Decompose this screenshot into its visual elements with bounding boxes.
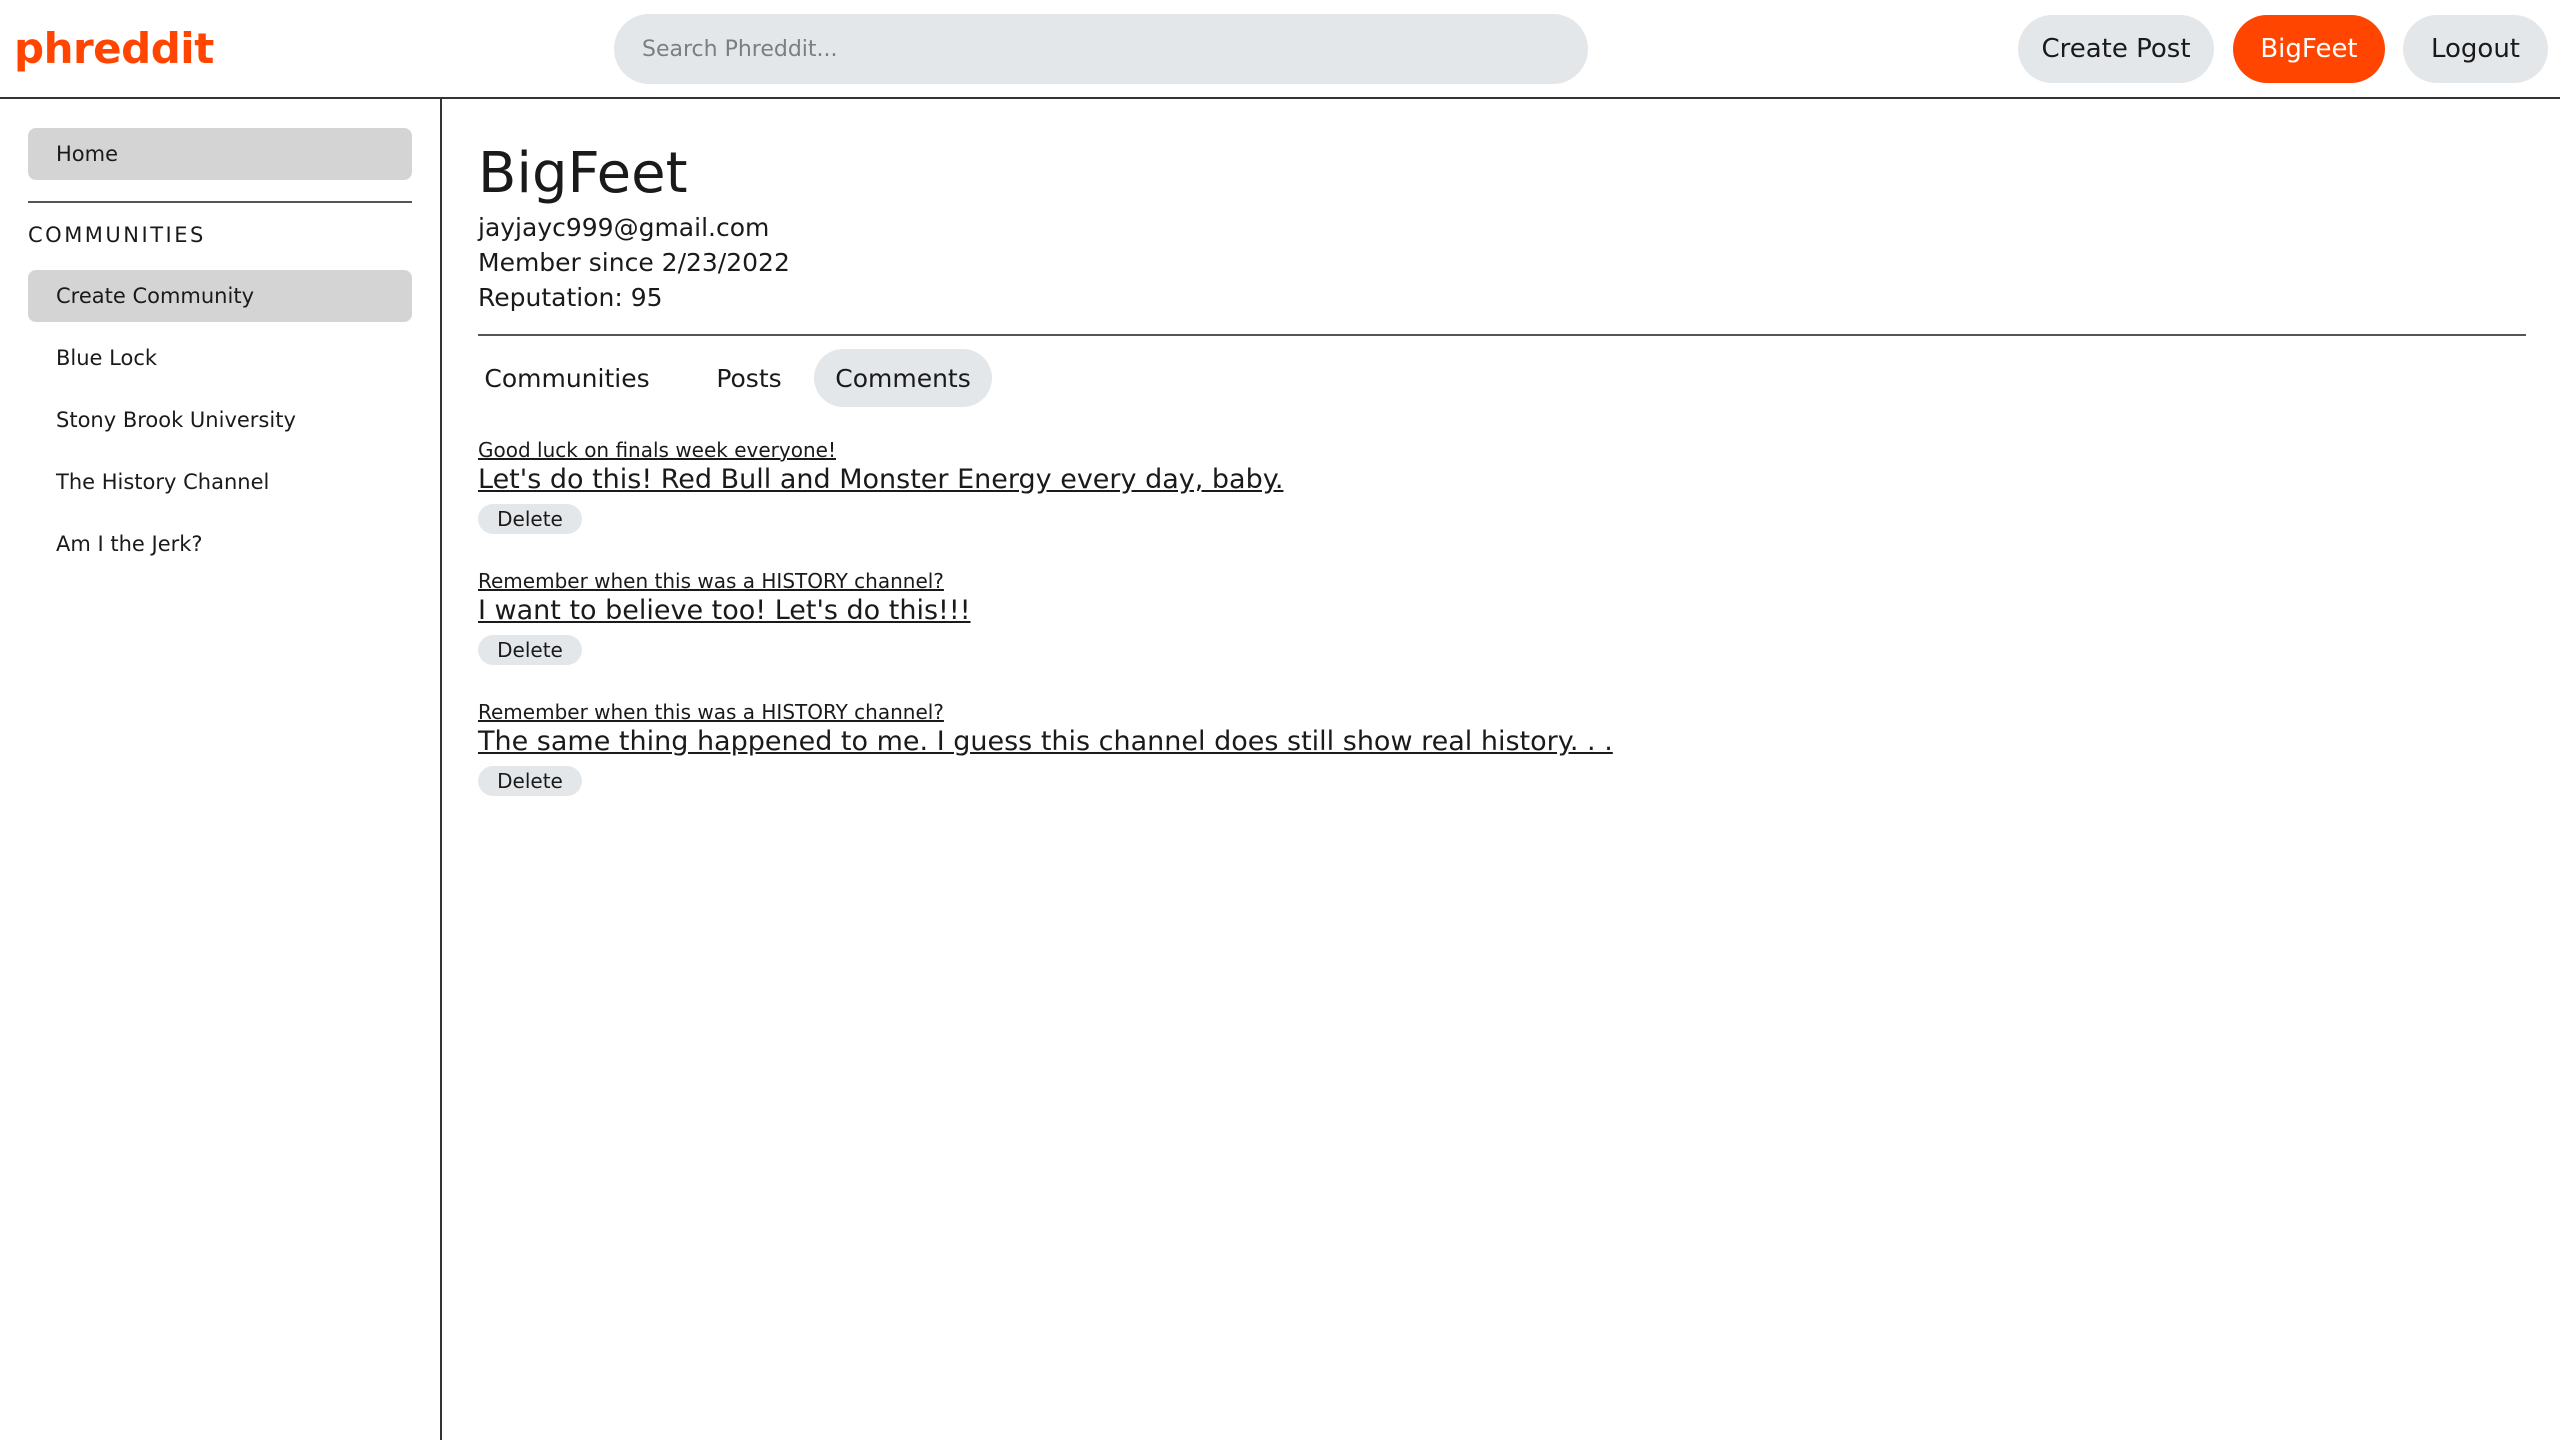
comment-item: Remember when this was a HISTORY channel… xyxy=(478,699,2278,796)
profile-page: BigFeet jayjayc999@gmail.com Member sinc… xyxy=(444,99,2560,1440)
phreddit-logo[interactable]: phreddit xyxy=(14,18,214,80)
comment-text-link[interactable]: Let's do this! Red Bull and Monster Ener… xyxy=(478,463,2278,497)
profile-divider xyxy=(478,334,2526,336)
tab-communities[interactable]: Communities xyxy=(478,349,656,407)
profile-reputation: Reputation: 95 xyxy=(478,283,663,312)
user-profile-button[interactable]: BigFeet xyxy=(2233,15,2385,83)
profile-email: jayjayc999@gmail.com xyxy=(478,213,770,242)
tab-posts[interactable]: Posts xyxy=(702,349,796,407)
comment-text-link[interactable]: The same thing happened to me. I guess t… xyxy=(478,725,2278,759)
sidebar: Home COMMUNITIES Create Community Blue L… xyxy=(0,99,442,1440)
delete-comment-button[interactable]: Delete xyxy=(478,766,582,796)
comment-text-link[interactable]: I want to believe too! Let's do this!!! xyxy=(478,594,2278,628)
sidebar-divider xyxy=(28,201,412,203)
comment-post-title-link[interactable]: Remember when this was a HISTORY channel… xyxy=(478,699,2278,725)
top-header: phreddit Create Post BigFeet Logout xyxy=(0,0,2560,99)
tab-comments[interactable]: Comments xyxy=(814,349,992,407)
comment-item: Good luck on finals week everyone! Let's… xyxy=(478,437,2278,534)
home-link[interactable]: Home xyxy=(28,128,412,180)
comment-post-title-link[interactable]: Remember when this was a HISTORY channel… xyxy=(478,568,2278,594)
delete-comment-button[interactable]: Delete xyxy=(478,504,582,534)
sidebar-community-blue-lock[interactable]: Blue Lock xyxy=(28,332,412,384)
profile-member-since: Member since 2/23/2022 xyxy=(478,248,790,277)
profile-username: BigFeet xyxy=(478,141,688,206)
comment-post-title-link[interactable]: Good luck on finals week everyone! xyxy=(478,437,2278,463)
search-input[interactable] xyxy=(614,14,1588,84)
communities-section-title: COMMUNITIES xyxy=(28,223,206,247)
delete-comment-button[interactable]: Delete xyxy=(478,635,582,665)
sidebar-community-stony-brook-university[interactable]: Stony Brook University xyxy=(28,394,412,446)
create-post-button[interactable]: Create Post xyxy=(2018,15,2214,83)
comment-item: Remember when this was a HISTORY channel… xyxy=(478,568,2278,665)
create-community-button[interactable]: Create Community xyxy=(28,270,412,322)
sidebar-community-the-history-channel[interactable]: The History Channel xyxy=(28,456,412,508)
sidebar-community-am-i-the-jerk[interactable]: Am I the Jerk? xyxy=(28,518,412,570)
logout-button[interactable]: Logout xyxy=(2403,15,2548,83)
